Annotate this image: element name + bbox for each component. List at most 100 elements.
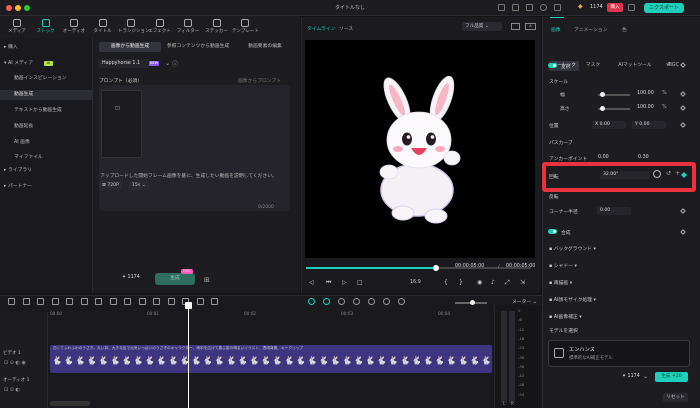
composite-toggle[interactable]	[548, 229, 557, 234]
sidebar-item-video-extend[interactable]: 動画延長	[14, 122, 33, 132]
toolbar-media[interactable]: メディア	[4, 16, 30, 38]
tab-color[interactable]: 色	[622, 26, 627, 33]
prev-frame-icon[interactable]: ◁	[309, 279, 314, 286]
anchor-x-value[interactable]: 0.00	[598, 155, 609, 160]
snapshot-icon[interactable]	[511, 23, 520, 30]
position-x-input[interactable]: X 0.00	[592, 121, 626, 129]
play-icon[interactable]: ▷	[342, 279, 347, 286]
seek-handle[interactable]	[433, 265, 439, 271]
split-icon[interactable]	[80, 298, 88, 305]
enhance-generate-button[interactable]: 生成 ✦20	[655, 372, 688, 382]
audio-icon[interactable]	[167, 298, 175, 305]
quality-select[interactable]: フル品質 ⌄	[462, 22, 502, 31]
height-slider-handle[interactable]	[600, 106, 605, 111]
more-icon[interactable]	[211, 298, 218, 305]
audio-icon[interactable]: ♪	[491, 279, 495, 286]
grid-icon[interactable]	[554, 4, 561, 11]
user-icon[interactable]	[540, 4, 547, 11]
image-to-prompt-button[interactable]: 画像からプロンプト	[238, 77, 281, 84]
magnet-icon[interactable]	[383, 298, 390, 305]
ai-icon[interactable]: A	[525, 23, 536, 30]
expand-icon[interactable]: ⇲	[520, 279, 525, 286]
reset-button[interactable]: リセット	[663, 393, 688, 402]
camera-icon[interactable]: ◉	[477, 279, 482, 286]
sidebar-item-ai-image[interactable]: AI 画像	[14, 138, 30, 148]
reset-icon[interactable]: ↺	[666, 61, 671, 68]
layout-icon[interactable]	[8, 298, 15, 305]
redo-icon[interactable]	[51, 298, 59, 305]
select-icon[interactable]	[22, 298, 30, 305]
enhance-model-card[interactable]: エンハンス 標準的なAI補正モデル	[548, 340, 690, 367]
shield-icon[interactable]	[338, 298, 345, 305]
corner-radius-input[interactable]: 0.00	[597, 207, 631, 215]
duration-select[interactable]: 15s ⌄	[129, 181, 149, 190]
toolbar-filter[interactable]: フィルター	[175, 16, 201, 38]
screen-icon[interactable]	[498, 4, 505, 11]
settings-icon[interactable]	[628, 4, 635, 11]
chevron-down-icon[interactable]: ⌄	[165, 60, 170, 67]
mic-icon[interactable]	[323, 298, 330, 305]
transform-toggle[interactable]	[548, 63, 557, 68]
playhead[interactable]	[188, 302, 189, 408]
width-value[interactable]: 100.00	[637, 91, 654, 96]
stop-icon[interactable]: □	[357, 279, 363, 286]
delete-icon[interactable]	[66, 298, 73, 305]
anchor-y-value[interactable]: 0.30	[638, 155, 649, 160]
sidebar-item-library[interactable]: ▸ ライブラリ	[4, 166, 32, 176]
generate-button[interactable]: 生成	[155, 273, 195, 285]
tab-reference-to-video[interactable]: 参照コンテンツから動画生成	[163, 42, 233, 52]
timeline-ruler[interactable]: 00:00 00:01 00:02 00:03 00:04	[50, 311, 495, 319]
zoom-out-icon[interactable]	[398, 298, 405, 305]
width-slider-handle[interactable]	[600, 92, 605, 97]
sidebar-item-partner[interactable]: ▸ パートナー	[4, 182, 32, 192]
cloud-icon[interactable]	[526, 4, 533, 11]
step-back-icon[interactable]: ⏮	[326, 279, 331, 287]
sidebar-item-text-to-video[interactable]: テキストから動画生成	[14, 106, 62, 116]
sidebar-item-my-files[interactable]: マイファイル	[14, 153, 43, 163]
fullscreen-icon[interactable]: ⤢	[505, 279, 510, 287]
upload-icon[interactable]	[512, 4, 519, 11]
ai-icon[interactable]	[308, 298, 315, 305]
sidebar-item-video-generation[interactable]: 動画生成	[0, 90, 93, 100]
tab-timeline[interactable]: タイムライン	[307, 25, 335, 32]
track-controls-icon[interactable]: ⊡ ⊙ ◐ ◉	[4, 360, 26, 366]
zoom-slider-handle[interactable]	[470, 300, 475, 305]
mark-in-icon[interactable]: {	[444, 279, 448, 286]
tab-animation[interactable]: アニメーション	[574, 26, 607, 33]
crop-icon[interactable]	[95, 298, 102, 305]
speed-icon[interactable]	[124, 298, 131, 305]
color-icon[interactable]	[153, 298, 160, 305]
aspect-select[interactable]: ⊠ 720P	[99, 181, 122, 190]
toolbar-audio[interactable]: オーディオ	[61, 16, 87, 38]
position-y-input[interactable]: Y 0.00	[632, 121, 666, 129]
playhead-handle[interactable]	[185, 302, 192, 309]
sidebar-item-purchase[interactable]: ▸ 購入	[4, 43, 18, 53]
track-controls-icon[interactable]: ⊡ ⊙ ◐	[4, 387, 20, 393]
snap-icon[interactable]	[353, 298, 360, 305]
toolbar-effect[interactable]: エフェクト	[147, 16, 173, 38]
info-icon[interactable]: ⓘ	[172, 59, 178, 68]
meter-select[interactable]: メーター ⌄	[512, 298, 537, 305]
subtab-ai-matte[interactable]: AIマットツール	[615, 61, 655, 71]
sidebar-item-video-inspiration[interactable]: 動画インスピレーション	[14, 74, 67, 84]
toolbar-template[interactable]: テンプレート	[232, 16, 259, 38]
sidebar-item-ai-media[interactable]: ▾ AI メディア	[4, 59, 33, 69]
link-icon[interactable]	[368, 298, 375, 305]
toolbar-sticker[interactable]: ステッカー	[204, 16, 230, 38]
mark-out-icon[interactable]: }	[459, 279, 463, 286]
subtab-mask[interactable]: マスク	[583, 61, 603, 71]
magic-icon[interactable]	[196, 298, 204, 305]
toolbar-transition[interactable]: トランジション	[118, 16, 150, 38]
height-value[interactable]: 100.00	[637, 105, 654, 110]
toolbar-title[interactable]: タイトル	[90, 16, 116, 38]
buy-button[interactable]: 購入	[607, 3, 623, 12]
export-button[interactable]: エクスポート	[644, 3, 684, 13]
tab-image-to-video[interactable]: 画像から動画生成	[99, 42, 161, 52]
start-frame-upload[interactable]	[101, 90, 142, 158]
gallery-icon[interactable]: ⊞	[204, 276, 210, 284]
aspect-ratio[interactable]: 16:9	[410, 280, 421, 285]
transform-icon[interactable]	[138, 298, 146, 305]
tab-edit-video-elements[interactable]: 動画要素の編集	[235, 42, 295, 52]
tab-image[interactable]: 画像	[551, 26, 561, 33]
tab-source[interactable]: ソース	[339, 25, 353, 32]
